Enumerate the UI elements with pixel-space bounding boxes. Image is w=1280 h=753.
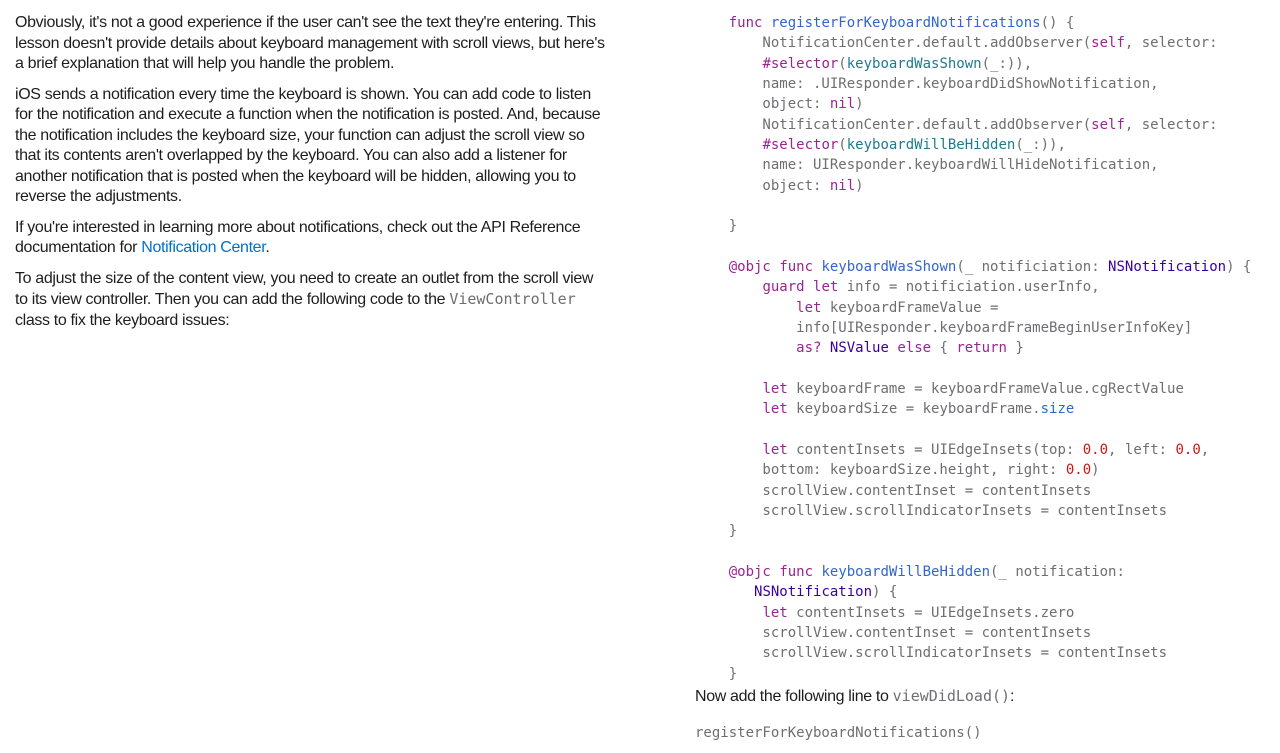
paragraph-outlet: To adjust the size of the content view, … <box>15 269 605 332</box>
code-line: let contentInsets = UIEdgeInsets.zero <box>762 604 1075 621</box>
code-line: @objc func keyboardWasShown(_ notificiat… <box>728 258 1252 275</box>
inline-code-viewcontroller: ViewController <box>449 290 576 308</box>
code-line: bottom: keyboardSize.height, right: 0.0) <box>695 462 1100 479</box>
code-line: #selector(keyboardWasShown(_:)), <box>762 55 1033 72</box>
code-line: scrollView.contentInset = contentInsets <box>695 624 1092 641</box>
paragraph-ios-notifications: iOS sends a notification every time the … <box>15 85 601 206</box>
code-line: guard let info = notificiation.userInfo, <box>762 279 1100 296</box>
code-line: func registerForKeyboardNotifications() … <box>728 15 1075 31</box>
code-line: } <box>695 665 738 682</box>
article-body: Obviously, it's not a good experience if… <box>15 13 605 341</box>
text-segment: : <box>1010 688 1015 705</box>
code-line: NotificationCenter.default.addObserver(s… <box>695 35 1218 52</box>
code-block: func registerForKeyboardNotifications() … <box>695 13 1280 684</box>
code-line: scrollView.scrollIndicatorInsets = conte… <box>695 645 1168 662</box>
code-line: } <box>695 523 738 540</box>
code-line: let keyboardFrame = keyboardFrameValue.c… <box>762 380 1184 397</box>
notification-center-link[interactable]: Notification Center <box>141 239 265 256</box>
inline-code-viewdidload: viewDidLoad() <box>892 687 1011 705</box>
paragraph-api-reference: If you're interested in learning more ab… <box>15 218 605 259</box>
code-line: object: nil) <box>695 177 864 194</box>
code-line: @objc func keyboardWillBeHidden(_ notifi… <box>728 563 1125 580</box>
code-line: let contentInsets = UIEdgeInsets(top: 0.… <box>762 441 1210 458</box>
paragraph-intro: Obviously, it's not a good experience if… <box>15 14 605 72</box>
code-line: scrollView.scrollIndicatorInsets = conte… <box>695 502 1168 519</box>
code-line: scrollView.contentInset = contentInsets <box>695 482 1092 499</box>
text-segment: class to fix the keyboard issues: <box>15 311 230 329</box>
code-line: let keyboardSize = keyboardFrame.size <box>762 401 1075 418</box>
code-line: name: .UIResponder.keyboardDidShowNotifi… <box>695 75 1159 92</box>
code-line: NSNotification) { <box>754 584 898 601</box>
paragraph-viewdidload: Now add the following line to viewDidLoa… <box>695 686 1015 707</box>
code-line: object: nil) <box>695 96 864 113</box>
code-line: #selector(keyboardWillBeHidden(_:)), <box>762 136 1066 153</box>
text-segment: . <box>265 239 270 256</box>
code-line: as? NSValue else { return } <box>796 340 1024 357</box>
code-line: name: UIResponder.keyboardWillHideNotifi… <box>695 157 1159 174</box>
code-line: info[UIResponder.keyboardFrameBeginUserI… <box>695 319 1193 336</box>
code-line: NotificationCenter.default.addObserver(s… <box>695 116 1218 133</box>
code-line-register-call: registerForKeyboardNotifications() <box>695 725 982 741</box>
text-segment: If you're interested in learning more ab… <box>15 218 581 257</box>
text-segment: Now add the following line to <box>695 688 893 705</box>
code-line: } <box>695 218 738 235</box>
code-line: let keyboardFrameValue = <box>796 299 999 316</box>
